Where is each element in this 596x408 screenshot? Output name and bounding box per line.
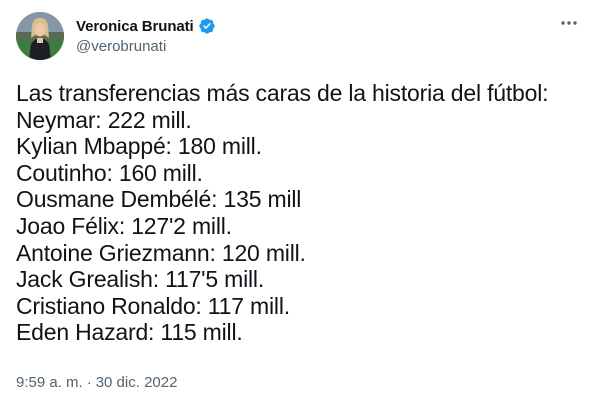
verified-badge-icon[interactable] (198, 17, 216, 35)
name-row: Veronica Brunati (76, 16, 216, 36)
more-options-icon[interactable] (556, 12, 582, 34)
tweet-timestamp: 9:59 a. m. · 30 dic. 2022 (16, 374, 177, 391)
meta-separator: · (86, 374, 92, 391)
tweet-text-line: Neymar: 222 mill. (16, 106, 192, 133)
tweet-card: Veronica Brunati @verobrunati Las transf… (0, 0, 596, 408)
tweet-text: Las transferencias más caras de la histo… (16, 80, 580, 346)
tweet-date-link[interactable]: 30 dic. 2022 (96, 374, 178, 391)
tweet-time-link[interactable]: 9:59 a. m. (16, 374, 83, 391)
tweet-text-line: Ousmane Dembélé: 135 mill (16, 186, 302, 213)
tweet-text-line: Jack Grealish: 117'5 mill. (16, 266, 265, 293)
tweet-text-line: Las transferencias más caras de la histo… (16, 80, 549, 106)
avatar-image (16, 12, 64, 60)
tweet-text-line: Kylian Mbappé: 180 mill. (16, 133, 262, 160)
tweet-text-line: Coutinho: 160 mill. (16, 159, 203, 186)
author-block: Veronica Brunati @verobrunati (76, 16, 216, 57)
tweet-text-line: Joao Félix: 127'2 mill. (16, 212, 232, 239)
tweet-text-line: Eden Hazard: 115 mill. (16, 319, 243, 346)
author-handle[interactable]: @verobrunati (76, 37, 216, 57)
tweet-text-line: Antoine Griezmann: 120 mill. (16, 239, 306, 266)
tweet-text-line: Cristiano Ronaldo: 117 mill. (16, 292, 290, 319)
avatar[interactable] (16, 12, 64, 60)
author-name[interactable]: Veronica Brunati (76, 18, 194, 35)
